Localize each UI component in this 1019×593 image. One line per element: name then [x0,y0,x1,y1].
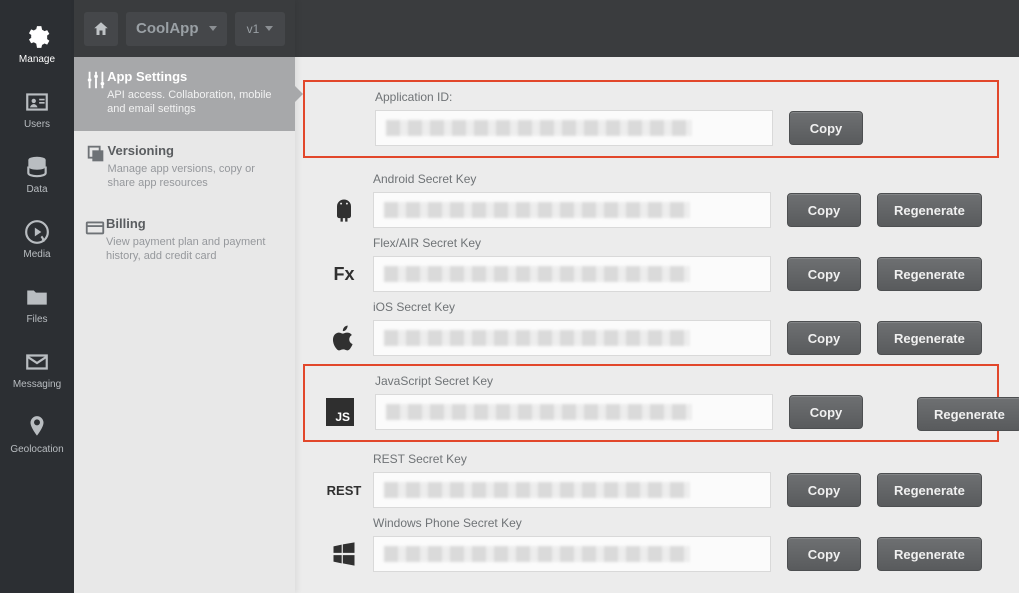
sidebar-menu: App Settings API access. Collaboration, … [74,57,295,278]
rail-item-media[interactable]: Media [0,207,74,272]
wp-key-label: Windows Phone Secret Key [373,516,999,530]
media-icon [22,219,52,245]
wp-key-block: Windows Phone Secret Key Copy Regenerate [315,516,999,572]
regenerate-ios-button[interactable]: Regenerate [877,321,982,355]
sidebar-item-title: App Settings [107,69,281,84]
sliders-icon [84,69,107,117]
rail-label: Manage [19,54,55,65]
sidebar-item-desc: Manage app versions, copy or share app r… [108,162,281,191]
rail-label: Media [23,249,50,260]
regenerate-android-button[interactable]: Regenerate [877,193,982,227]
sidebar-header: CoolApp v1 [74,0,295,57]
app-name: CoolApp [136,20,198,37]
flex-key-label: Flex/AIR Secret Key [373,236,999,250]
wp-key-field[interactable] [373,536,771,572]
sidebar-item-desc: API access. Collaboration, mobile and em… [107,88,281,117]
chevron-down-icon [265,26,273,31]
versions-icon [84,143,108,191]
regenerate-rest-button[interactable]: Regenerate [877,473,982,507]
rail-item-geolocation[interactable]: Geolocation [0,402,74,467]
rail-item-files[interactable]: Files [0,272,74,337]
sidebar-item-versioning[interactable]: Versioning Manage app versions, copy or … [74,131,295,205]
home-button[interactable] [84,12,118,46]
main-nav-rail: Manage Users Data Media Files [0,0,74,593]
copy-app-id-button[interactable]: Copy [789,111,863,145]
id-card-icon [22,89,52,115]
sidebar-item-app-settings[interactable]: App Settings API access. Collaboration, … [74,57,295,131]
rail-item-manage[interactable]: Manage [0,4,74,77]
pin-icon [22,414,52,440]
android-key-field[interactable] [373,192,771,228]
windows-icon [315,540,373,568]
regenerate-js-button[interactable]: Regenerate [917,397,1019,431]
rail-label: Data [26,184,47,195]
regenerate-wp-button[interactable]: Regenerate [877,537,982,571]
js-key-highlight: JavaScript Secret Key JS Copy [303,364,999,442]
rail-label: Geolocation [10,444,63,455]
copy-js-button[interactable]: Copy [789,395,863,429]
js-key-field[interactable] [375,394,773,430]
sidebar-item-billing[interactable]: Billing View payment plan and payment hi… [74,204,295,278]
android-key-block: Android Secret Key Copy Regenerate [315,172,999,228]
js-key-label: JavaScript Secret Key [375,374,985,388]
main-content: Application ID: Copy Android Secret Key … [295,0,1019,593]
flex-key-block: Flex/AIR Secret Key Fx Copy Regenerate [315,236,999,292]
app-selector[interactable]: CoolApp [126,12,227,46]
sidebar-item-title: Billing [106,216,281,231]
android-icon [315,196,373,224]
ios-key-field[interactable] [373,320,771,356]
version-selector[interactable]: v1 [235,12,285,46]
copy-rest-button[interactable]: Copy [787,473,861,507]
copy-wp-button[interactable]: Copy [787,537,861,571]
gear-icon [22,24,52,50]
app-id-label: Application ID: [375,90,985,104]
rail-label: Files [26,314,47,325]
copy-android-button[interactable]: Copy [787,193,861,227]
app-id-field[interactable] [375,110,773,146]
rest-key-block: REST Secret Key REST Copy Regenerate [315,452,999,508]
regenerate-flex-button[interactable]: Regenerate [877,257,982,291]
envelope-icon [22,349,52,375]
copy-flex-button[interactable]: Copy [787,257,861,291]
database-icon [22,154,52,180]
javascript-icon: JS [305,398,375,426]
rail-item-messaging[interactable]: Messaging [0,337,74,402]
flex-key-field[interactable] [373,256,771,292]
copy-ios-button[interactable]: Copy [787,321,861,355]
app-id-highlight: Application ID: Copy [303,80,999,158]
chevron-down-icon [209,26,217,31]
rail-item-data[interactable]: Data [0,142,74,207]
sidebar-item-title: Versioning [108,143,281,158]
apple-icon [315,324,373,352]
ios-key-block: iOS Secret Key Copy Regenerate [315,300,999,356]
flex-icon: Fx [315,264,373,285]
version-label: v1 [247,22,260,36]
ios-key-label: iOS Secret Key [373,300,999,314]
android-key-label: Android Secret Key [373,172,999,186]
folder-icon [22,284,52,310]
rest-key-label: REST Secret Key [373,452,999,466]
sidebar-item-desc: View payment plan and payment history, a… [106,235,281,264]
sidebar-panel: CoolApp v1 App Settings API access. Coll… [74,0,295,593]
rail-item-users[interactable]: Users [0,77,74,142]
rest-icon: REST [315,483,373,498]
rail-label: Messaging [13,379,61,390]
billing-icon [84,216,106,264]
rail-label: Users [24,119,50,130]
rest-key-field[interactable] [373,472,771,508]
